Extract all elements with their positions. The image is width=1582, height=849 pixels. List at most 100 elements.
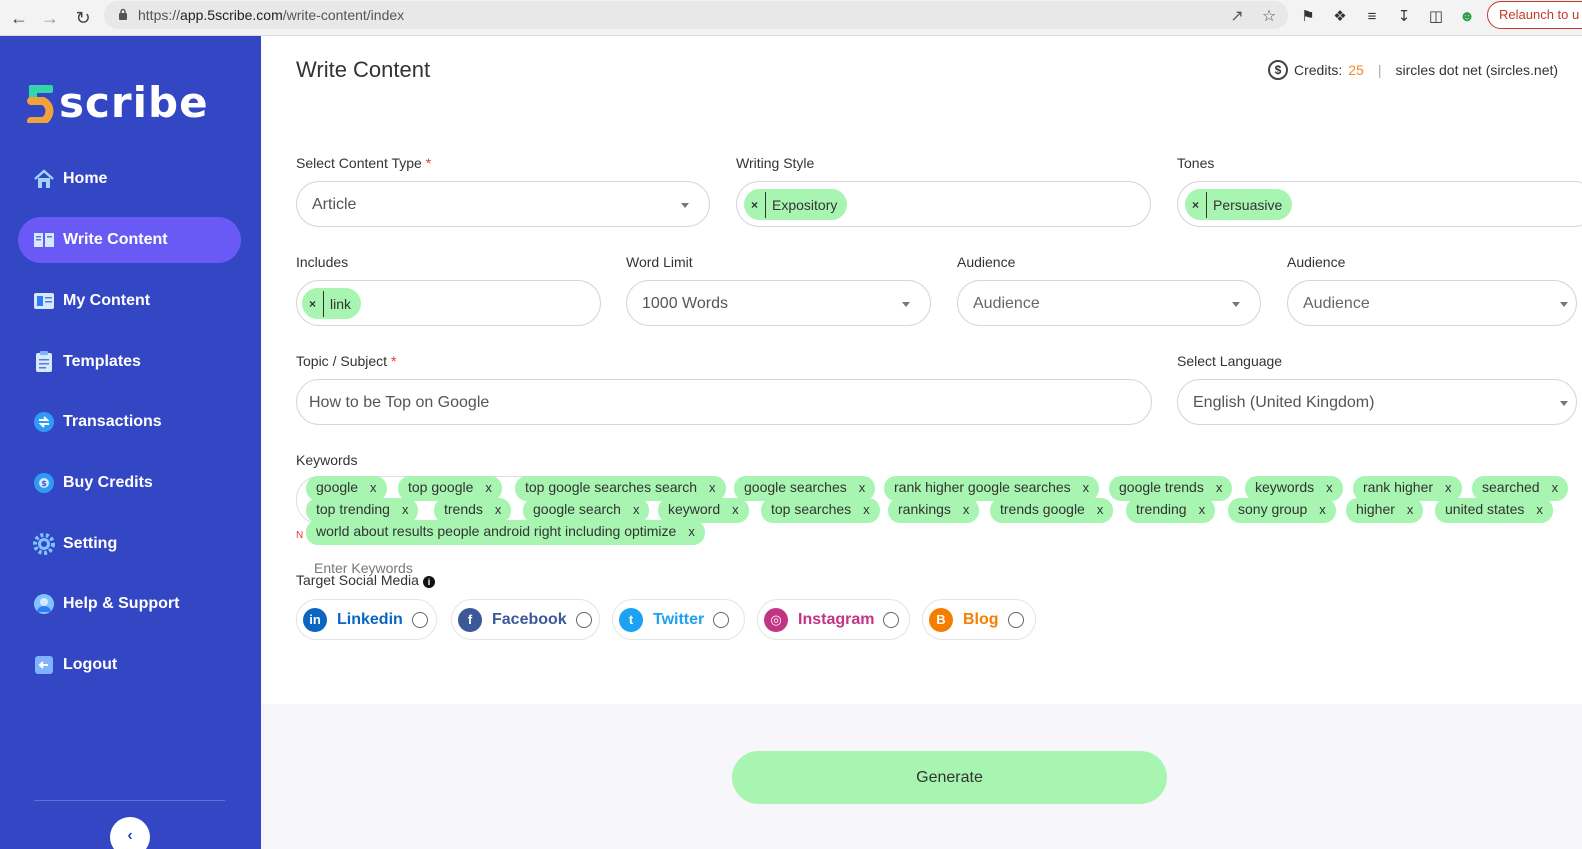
social-option-blog[interactable]: B Blog (922, 599, 1036, 640)
keyword-chip-label: trends (444, 501, 483, 517)
tones-multiselect[interactable]: × Persuasive (1177, 181, 1582, 227)
keyword-remove-icon[interactable]: x (1552, 480, 1559, 495)
social-option-twitter[interactable]: t Twitter (612, 599, 745, 640)
keyword-chip-label: trending (1136, 501, 1187, 517)
keywords-label: Keywords (296, 452, 358, 468)
keyword-chip-label: searched (1482, 479, 1540, 495)
sidebar-item-label: Templates (63, 353, 141, 370)
includes-label: Includes (296, 254, 349, 270)
keyword-remove-icon[interactable]: x (633, 502, 640, 517)
social-option-instagram[interactable]: ◎ Instagram (757, 599, 910, 640)
keyword-remove-icon[interactable]: x (688, 524, 695, 539)
keyword-remove-icon[interactable]: x (732, 502, 739, 517)
writing-style-chip: × Expository (744, 189, 848, 220)
keyword-chip-label: world about results people android right… (316, 523, 677, 539)
svg-text:$: $ (41, 479, 47, 488)
keyword-chip-label: top searches (771, 501, 852, 517)
logo-text: scribe (59, 78, 209, 127)
keyword-remove-icon[interactable]: x (1216, 480, 1223, 495)
back-icon[interactable]: ← (7, 6, 31, 30)
keyword-remove-icon[interactable]: x (963, 502, 970, 517)
includes-chip: × link (302, 288, 362, 319)
relaunch-button[interactable]: Relaunch to u (1487, 1, 1582, 29)
sidebar-item-transactions[interactable]: Transactions (18, 399, 241, 445)
chip-remove-icon[interactable]: × (302, 290, 324, 317)
keyword-remove-icon[interactable]: x (863, 502, 870, 517)
social-option-linkedin[interactable]: in Linkedin (296, 599, 437, 640)
radio-button[interactable] (575, 611, 592, 628)
address-bar[interactable]: https://app.5scribe.com/write-content/in… (104, 1, 1288, 29)
reading-list-icon[interactable]: ≡ (1362, 6, 1382, 26)
keyword-remove-icon[interactable]: x (495, 502, 502, 517)
content-type-select[interactable]: Article (296, 181, 710, 227)
account-name[interactable]: sircles dot net (sircles.net) (1395, 62, 1558, 78)
keyword-remove-icon[interactable]: x (402, 502, 409, 517)
sidebar-item-logout[interactable]: Logout (18, 642, 241, 688)
word-limit-select[interactable]: 1000 Words (626, 280, 931, 326)
facebook-icon: f (458, 607, 482, 632)
writing-style-label: Writing Style (736, 155, 815, 171)
sidebar-item-setting[interactable]: Setting (18, 521, 241, 567)
keyword-remove-icon[interactable]: x (1326, 480, 1333, 495)
keyword-remove-icon[interactable]: x (485, 480, 492, 495)
keyword-remove-icon[interactable]: x (1097, 502, 1104, 517)
keyword-remove-icon[interactable]: x (709, 480, 716, 495)
keyword-remove-icon[interactable]: x (1445, 480, 1452, 495)
sidebar-item-label: Logout (63, 656, 118, 673)
keyword-remove-icon[interactable]: x (1536, 502, 1543, 517)
download-icon[interactable]: ↧ (1394, 6, 1414, 26)
radio-button[interactable] (883, 611, 900, 628)
audience-select-1[interactable]: Audience (957, 280, 1261, 326)
sidebar-item-buy-credits[interactable]: $ Buy Credits (18, 460, 241, 506)
extensions-puzzle-icon[interactable]: ❖ (1330, 6, 1350, 26)
sidebar-item-write-content[interactable]: Write Content (18, 217, 241, 263)
collapse-sidebar-button[interactable]: ‹ (110, 817, 150, 849)
share-icon[interactable]: ↗ (1228, 7, 1246, 25)
logout-icon (33, 654, 55, 676)
radio-button[interactable] (411, 611, 428, 628)
social-option-facebook[interactable]: f Facebook (451, 599, 600, 640)
side-panel-icon[interactable]: ◫ (1426, 6, 1446, 26)
keyword-chip: trends google x (990, 498, 1114, 523)
bookmark-star-icon[interactable]: ☆ (1260, 7, 1278, 25)
keyword-chip-label: top trending (316, 501, 390, 517)
forward-icon[interactable]: → (38, 6, 62, 30)
credits-info: $ Credits: 25 | sircles dot net (sircles… (1268, 60, 1558, 80)
topic-label: Topic / Subject * (296, 353, 396, 369)
keyword-remove-icon[interactable]: x (859, 480, 866, 495)
sidebar-item-help-support[interactable]: Help & Support (18, 581, 241, 627)
chip-remove-icon[interactable]: × (744, 191, 766, 218)
audience-select-2[interactable]: Audience (1287, 280, 1577, 326)
profile-icon[interactable]: ☻ (1457, 6, 1477, 26)
keyword-chip-label: keyword (668, 501, 721, 517)
reload-icon[interactable]: ↻ (71, 6, 95, 30)
app-logo[interactable]: scribe (27, 81, 209, 125)
includes-multiselect[interactable]: × link (296, 280, 601, 326)
flag-icon[interactable]: ⚑ (1298, 6, 1318, 26)
dollar-icon: $ (1268, 60, 1288, 80)
language-select[interactable]: English (United Kingdom) (1177, 379, 1577, 425)
sidebar-item-templates[interactable]: Templates (18, 339, 241, 385)
sidebar-item-label: Transactions (63, 413, 162, 430)
info-icon[interactable]: i (422, 576, 435, 588)
sidebar-item-home[interactable]: Home (18, 156, 241, 202)
chip-remove-icon[interactable]: × (1185, 191, 1207, 218)
keyword-chip-label: top google (408, 479, 474, 495)
required-mark: * (390, 353, 397, 369)
sidebar-item-my-content[interactable]: My Content (18, 278, 241, 324)
radio-button[interactable] (1007, 611, 1024, 628)
keyword-chip: united states x (1435, 498, 1553, 523)
credits-label: Credits: (1294, 62, 1343, 78)
writing-style-multiselect[interactable]: × Expository (736, 181, 1151, 227)
keyword-remove-icon[interactable]: x (1083, 480, 1090, 495)
radio-button[interactable] (713, 611, 730, 628)
keyword-remove-icon[interactable]: x (1319, 502, 1326, 517)
keyword-chip-label: rank higher (1363, 479, 1434, 495)
generate-button[interactable]: Generate (732, 751, 1167, 804)
topic-input[interactable]: How to be Top on Google (296, 379, 1152, 425)
keyword-remove-icon[interactable]: x (1407, 502, 1414, 517)
browser-toolbar: ← → ↻ https://app.5scribe.com/write-cont… (0, 0, 1582, 36)
keyword-remove-icon[interactable]: x (1199, 502, 1206, 517)
keyword-remove-icon[interactable]: x (370, 480, 377, 495)
content-type-label-text: Select Content Type (296, 155, 422, 171)
